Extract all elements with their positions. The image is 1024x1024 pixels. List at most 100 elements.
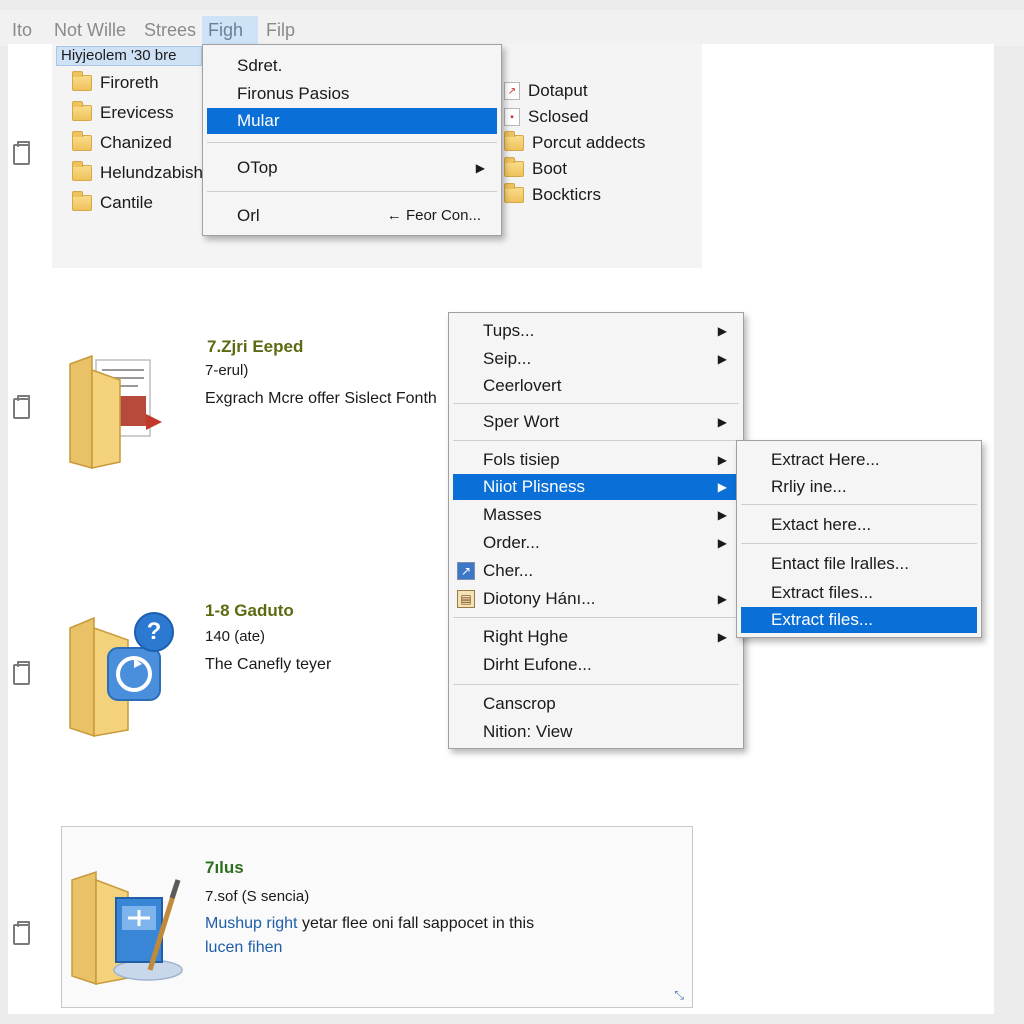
clipboard-checkbox[interactable] xyxy=(13,661,30,685)
menu-item-label: Masses xyxy=(483,505,542,524)
menu-item-label: Fironus Pasios xyxy=(237,84,350,103)
menu-figh[interactable]: Figh xyxy=(202,16,258,44)
menu-item-label: Rrliy ine... xyxy=(771,477,847,496)
menu-item-shortcut: ← Feor Con... xyxy=(386,207,481,224)
folder-label: Chanized xyxy=(100,133,172,152)
submenu-item-extract-files[interactable]: Extract files... xyxy=(741,580,977,606)
submenu-arrow-icon: ▶ xyxy=(717,324,727,338)
menu-item-label: Seip... xyxy=(483,349,532,368)
menu-item-label: Orl xyxy=(237,206,260,225)
folder-icon xyxy=(72,71,92,91)
menu-item-label: Right Hghe xyxy=(483,627,569,646)
submenu-arrow-icon: ▶ xyxy=(717,453,727,467)
folder-item-porcut-addects[interactable]: Porcut addects xyxy=(504,130,645,156)
menu-item-order[interactable]: Order... ▶ xyxy=(453,530,739,556)
folder-label: Helundzabish xyxy=(100,163,204,182)
folder-item-chanized[interactable]: Chanized xyxy=(72,130,172,156)
result-title[interactable]: 1-8 Gaduto xyxy=(205,601,294,621)
submenu-item-entact-file-lralles[interactable]: Entact file lralles... xyxy=(741,551,977,577)
folder-label: Cantile xyxy=(100,193,153,212)
file-item-dotaput[interactable]: ↗ Dotaput xyxy=(504,78,588,104)
menu-item-masses[interactable]: Masses ▶ xyxy=(453,502,739,528)
submenu-arrow-icon: ▶ xyxy=(717,630,727,644)
menu-item-dirht-eufone[interactable]: Dirht Eufone... xyxy=(453,652,739,678)
result-subtitle: 7.sof (S sencia) xyxy=(205,888,310,905)
folder-icon xyxy=(504,157,524,177)
menu-ito[interactable]: Ito xyxy=(6,16,38,44)
menu-item-niiot-plisness[interactable]: Niiot Plisness ▶ xyxy=(453,474,739,500)
submenu-item-extract-files-selected[interactable]: Extract files... xyxy=(741,607,977,633)
menu-item-label: Tups... xyxy=(483,321,535,340)
menu-item-sdret[interactable]: Sdret. xyxy=(207,53,497,79)
menu-item-label: Niiot Plisness xyxy=(483,477,586,496)
submenu-item-extact-here[interactable]: Extact here... xyxy=(741,512,977,538)
menu-filp[interactable]: Filp xyxy=(260,16,301,44)
document-icon: ↗ xyxy=(504,82,520,100)
menu-item-tups[interactable]: Tups... ▶ xyxy=(453,318,739,344)
submenu-arrow-icon: ▶ xyxy=(717,592,727,606)
clipboard-checkbox[interactable] xyxy=(13,141,30,165)
archive-document-icon xyxy=(69,354,162,469)
submenu-item-extract-here[interactable]: Extract Here... xyxy=(741,447,977,473)
menu-item-mular[interactable]: Mular xyxy=(207,108,497,134)
submenu-arrow-icon: ▶ xyxy=(475,161,485,175)
folder-item-firoreth[interactable]: Firoreth xyxy=(72,70,159,96)
menu-separator xyxy=(453,684,739,685)
submenu-arrow-icon: ▶ xyxy=(717,480,727,494)
menu-item-label: Sdret. xyxy=(237,56,283,75)
menu-separator xyxy=(453,440,739,441)
clipboard-checkbox[interactable] xyxy=(13,921,30,945)
menu-item-otop[interactable]: OTop ▶ xyxy=(207,155,497,181)
folder-item-helundzabish[interactable]: Helundzabish xyxy=(72,160,203,186)
resize-corner-icon[interactable]: ⤡ xyxy=(674,988,684,1003)
explorer-header[interactable]: Hiyjeolem '30 bre xyxy=(56,46,202,66)
menu-item-canscrop[interactable]: Canscrop xyxy=(453,691,739,717)
result-link[interactable]: Mushup right xyxy=(205,915,298,932)
submenu-arrow-icon: ▶ xyxy=(717,508,727,522)
context-menu: Tups... ▶ Seip... ▶ Ceerlovert Sper Wort ▶ … xyxy=(448,312,744,749)
menu-item-sper-wort[interactable]: Sper Wort ▶ xyxy=(453,409,739,435)
submenu-arrow-icon: ▶ xyxy=(717,352,727,366)
menu-item-label: Extract Here... xyxy=(771,450,880,469)
menu-item-label: Ceerlovert xyxy=(483,376,562,395)
menu-strees[interactable]: Strees xyxy=(138,16,202,44)
menu-item-label: Canscrop xyxy=(483,694,556,713)
clipboard-checkbox[interactable] xyxy=(13,395,30,419)
menu-item-seip[interactable]: Seip... ▶ xyxy=(453,346,739,372)
menu-item-right-hghe[interactable]: Right Hghe ▶ xyxy=(453,624,739,650)
file-item-sclosed[interactable]: ▪ Sclosed xyxy=(504,104,588,130)
result-subtitle: 140 (ate) xyxy=(205,628,266,645)
folder-icon xyxy=(72,101,92,121)
menu-not-wille[interactable]: Not Wille xyxy=(48,16,132,44)
file-label: Dotaput xyxy=(528,81,588,100)
menu-item-orl[interactable]: Orl ← Feor Con... xyxy=(207,203,497,229)
menu-separator xyxy=(207,142,497,143)
menu-item-label: Sper Wort xyxy=(483,412,560,431)
menu-item-label: Extract files... xyxy=(771,610,874,629)
help-question-icon[interactable]: ? xyxy=(134,612,174,652)
folder-item-bockticrs[interactable]: Bockticrs xyxy=(504,182,601,208)
menu-item-label: Diotony Hánı... xyxy=(483,589,596,608)
menu-item-nition-view[interactable]: Nition: View xyxy=(453,719,739,745)
submenu-item-rrliy-ine[interactable]: Rrliy ine... xyxy=(741,474,977,500)
folder-item-cantile[interactable]: Cantile xyxy=(72,190,153,216)
menu-item-cher[interactable]: ↗ Cher... xyxy=(453,558,739,584)
submenu-arrow-icon: ▶ xyxy=(717,536,727,550)
folder-item-boot[interactable]: Boot xyxy=(504,156,567,182)
folder-icon xyxy=(72,191,92,211)
menu-item-fols-tisiep[interactable]: Fols tisiep ▶ xyxy=(453,447,739,473)
menu-item-ceerlovert[interactable]: Ceerlovert xyxy=(453,373,739,399)
result-title[interactable]: 7ılus xyxy=(205,858,244,878)
menu-separator xyxy=(741,504,977,505)
file-label: Sclosed xyxy=(528,107,589,126)
folder-item-erevicess[interactable]: Erevicess xyxy=(72,100,174,126)
menu-item-diotony-hani[interactable]: ▤ Diotony Hánı... ▶ xyxy=(453,586,739,612)
result-link-line[interactable]: lucen fihen xyxy=(205,939,282,957)
menu-item-label: Entact file lralles... xyxy=(771,554,909,573)
menu-item-label: Order... xyxy=(483,533,540,552)
menu-item-label: Cher... xyxy=(483,561,534,580)
result-title[interactable]: 7.Zjri Eeped xyxy=(207,337,303,357)
result-description: Exgrach Mcre offer Sislect Fonth xyxy=(205,390,437,407)
menu-item-label: Extact here... xyxy=(771,515,872,534)
menu-item-fironus-pasios[interactable]: Fironus Pasios xyxy=(207,81,497,107)
